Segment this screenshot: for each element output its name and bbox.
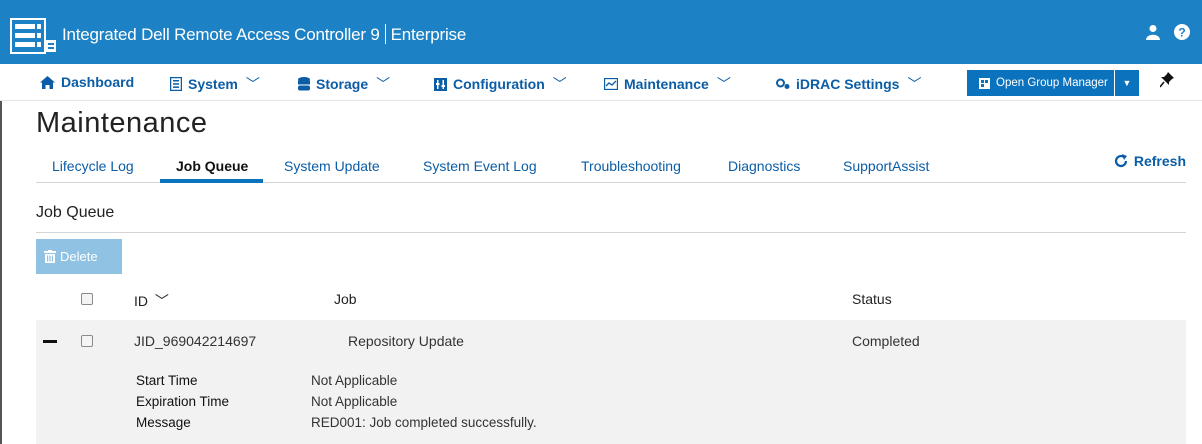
app-title: Integrated Dell Remote Access Controller… [62,24,466,45]
nav-maintenance[interactable]: Maintenance ﹀ [604,74,731,94]
refresh-label: Refresh [1133,153,1186,169]
detail-label-message: Message [136,415,191,430]
page-title: Maintenance [36,107,208,139]
header-icons: ? [1146,24,1190,40]
group-manager-dropdown[interactable]: ▼ [1115,70,1139,96]
job-name-cell: Repository Update [348,333,464,349]
system-icon [170,77,182,91]
nav-system-label: System [188,76,238,92]
detail-value-start-time: Not Applicable [311,373,398,388]
delete-label: Delete [60,249,98,264]
nav-system[interactable]: System ﹀ [170,74,260,94]
tab-lifecycle-log[interactable]: Lifecycle Log [52,158,134,174]
detail-label-expiration-time: Expiration Time [136,394,230,409]
detail-value-message: RED001: Job completed successfully. [311,415,537,430]
nav-dashboard[interactable]: Dashboard [40,74,134,90]
storage-icon [298,77,310,91]
settings-icon [776,78,790,89]
help-icon[interactable]: ? [1174,24,1190,40]
chevron-down-icon: ﹀ [552,76,567,92]
row-checkbox[interactable] [81,335,93,347]
tab-supportassist[interactable]: SupportAssist [843,158,929,174]
nav-storage-label: Storage [316,76,369,92]
nav-configuration-label: Configuration [453,76,545,92]
nav-dashboard-label: Dashboard [61,74,135,90]
open-group-manager-label: Open Group Manager [996,77,1108,89]
home-icon [40,75,55,89]
nav-idrac-settings-label: iDRAC Settings [796,76,900,92]
chevron-down-icon: ﹀ [716,76,731,92]
app-title-text: Integrated Dell Remote Access Controller… [62,25,380,44]
nav-maintenance-label: Maintenance [624,76,709,92]
svg-text:?: ? [1178,26,1185,40]
app-edition: Enterprise [390,25,467,44]
nav-idrac-settings[interactable]: iDRAC Settings ﹀ [776,74,921,94]
detail-label-start-time: Start Time [136,373,198,388]
column-header-status: Status [852,291,892,307]
chevron-down-icon: ﹀ [245,76,260,92]
job-status-cell: Completed [852,333,920,349]
column-id-label: ID [134,293,148,309]
header-bar: Integrated Dell Remote Access Controller… [0,0,1202,64]
tab-bar: Lifecycle Log Job Queue System Update Sy… [36,148,1186,183]
server-logo-icon [10,18,56,54]
title-separator [384,24,386,44]
collapse-row-icon[interactable] [43,340,57,343]
refresh-button[interactable]: Refresh [1114,153,1186,169]
tab-diagnostics[interactable]: Diagnostics [728,158,800,174]
chevron-down-icon: ﹀ [376,76,391,92]
open-group-manager-button[interactable]: Open Group Manager [967,70,1114,96]
refresh-icon [1114,154,1127,168]
nav-storage[interactable]: Storage ﹀ [298,74,390,94]
job-id-cell: JID_969042214697 [134,333,257,349]
detail-value-expiration-time: Not Applicable [311,394,398,409]
section-divider [36,232,1186,233]
column-header-job: Job [334,291,357,307]
caret-down-icon: ▼ [1122,78,1132,88]
left-border [0,64,2,444]
sort-chevron-down-icon: ﹀ [154,293,169,309]
tab-system-update[interactable]: System Update [284,158,380,174]
tab-job-queue[interactable]: Job Queue [176,158,248,174]
pin-icon[interactable] [1160,72,1174,88]
chevron-down-icon: ﹀ [907,76,922,92]
tab-troubleshooting[interactable]: Troubleshooting [581,158,681,174]
nav-configuration[interactable]: Configuration ﹀ [434,74,567,94]
section-title: Job Queue [36,204,115,221]
delete-button[interactable]: Delete [36,239,122,274]
configuration-icon [434,77,447,91]
active-tab-indicator [160,179,263,183]
user-icon[interactable] [1146,24,1160,40]
group-manager-icon [979,77,990,89]
maintenance-icon [604,78,618,90]
main-nav: Dashboard System ﹀ Storage ﹀ Configurati… [0,64,1202,101]
trash-icon [44,250,56,263]
select-all-checkbox[interactable] [81,293,93,305]
tab-system-event-log[interactable]: System Event Log [423,158,537,174]
column-header-id[interactable]: ID ﹀ [134,291,169,311]
